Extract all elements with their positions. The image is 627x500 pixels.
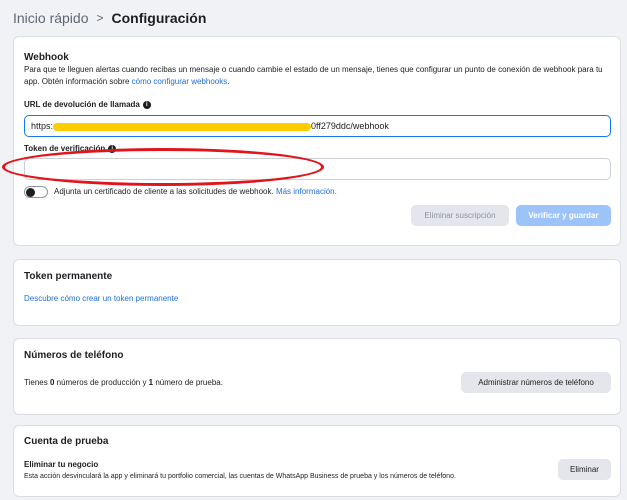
permanent-token-card: Token permanente Descubre cómo crear un … [13,259,621,326]
manage-phone-numbers-button[interactable]: Administrar números de teléfono [461,372,611,393]
breadcrumb: Inicio rápido > Configuración [13,8,206,28]
callback-url-input[interactable]: https: 0ff279ddc/webhook [24,115,611,137]
info-icon[interactable]: i [142,100,151,109]
page-title: Configuración [111,10,207,26]
webhook-description-end: . [227,77,230,86]
how-to-configure-webhooks-link[interactable]: cómo configurar webhooks [132,77,228,86]
info-icon[interactable]: i [108,144,117,153]
chevron-right-icon: > [96,11,104,25]
test-account-title: Cuenta de prueba [24,436,109,447]
webhook-description-text: Para que te lleguen alertas cuando recib… [24,65,603,86]
callback-url-label: URL de devolución de llamada i [24,100,151,109]
more-info-link[interactable]: Más información. [276,187,337,196]
webhook-card: Webhook Para que te lleguen alertas cuan… [13,36,621,246]
create-permanent-token-link[interactable]: Descubre cómo crear un token permanente [24,294,178,303]
verify-token-label-text: Token de verificación [24,144,106,153]
phone-numbers-summary: Tienes 0 números de producción y 1 númer… [24,378,223,387]
callback-url-prefix: https: [31,121,54,131]
test-account-card: Cuenta de prueba Eliminar tu negocio Est… [13,425,621,497]
redaction-mark [53,123,311,131]
phone-text-pre: Tienes [24,378,50,387]
callback-url-suffix: 0ff279ddc/webhook [311,121,389,131]
webhook-title: Webhook [24,52,69,63]
client-certificate-toggle[interactable] [24,186,48,198]
client-certificate-text: Adjunta un certificado de cliente a las … [54,187,337,196]
delete-business-subtitle: Eliminar tu negocio [24,460,99,469]
delete-business-description: Esta acción desvinculará la app y elimin… [24,473,456,480]
toggle-knob [26,188,35,197]
verify-token-label: Token de verificación i [24,144,117,153]
breadcrumb-inicio-rapido[interactable]: Inicio rápido [13,10,89,26]
unsubscribe-button[interactable]: Eliminar suscripción [411,205,509,226]
phone-text-post: número de prueba. [153,378,223,387]
verify-token-input[interactable] [24,158,611,180]
client-certificate-label: Adjunta un certificado de cliente a las … [54,187,274,196]
permanent-token-title: Token permanente [24,271,113,282]
phone-numbers-card: Números de teléfono Tienes 0 números de … [13,338,621,415]
phone-numbers-title: Números de teléfono [24,350,124,361]
verify-and-save-button[interactable]: Verificar y guardar [516,205,611,226]
webhook-description: Para que te lleguen alertas cuando recib… [24,64,604,88]
delete-business-button[interactable]: Eliminar [558,459,611,480]
phone-text-mid: números de producción y [54,378,149,387]
callback-url-label-text: URL de devolución de llamada [24,100,140,109]
